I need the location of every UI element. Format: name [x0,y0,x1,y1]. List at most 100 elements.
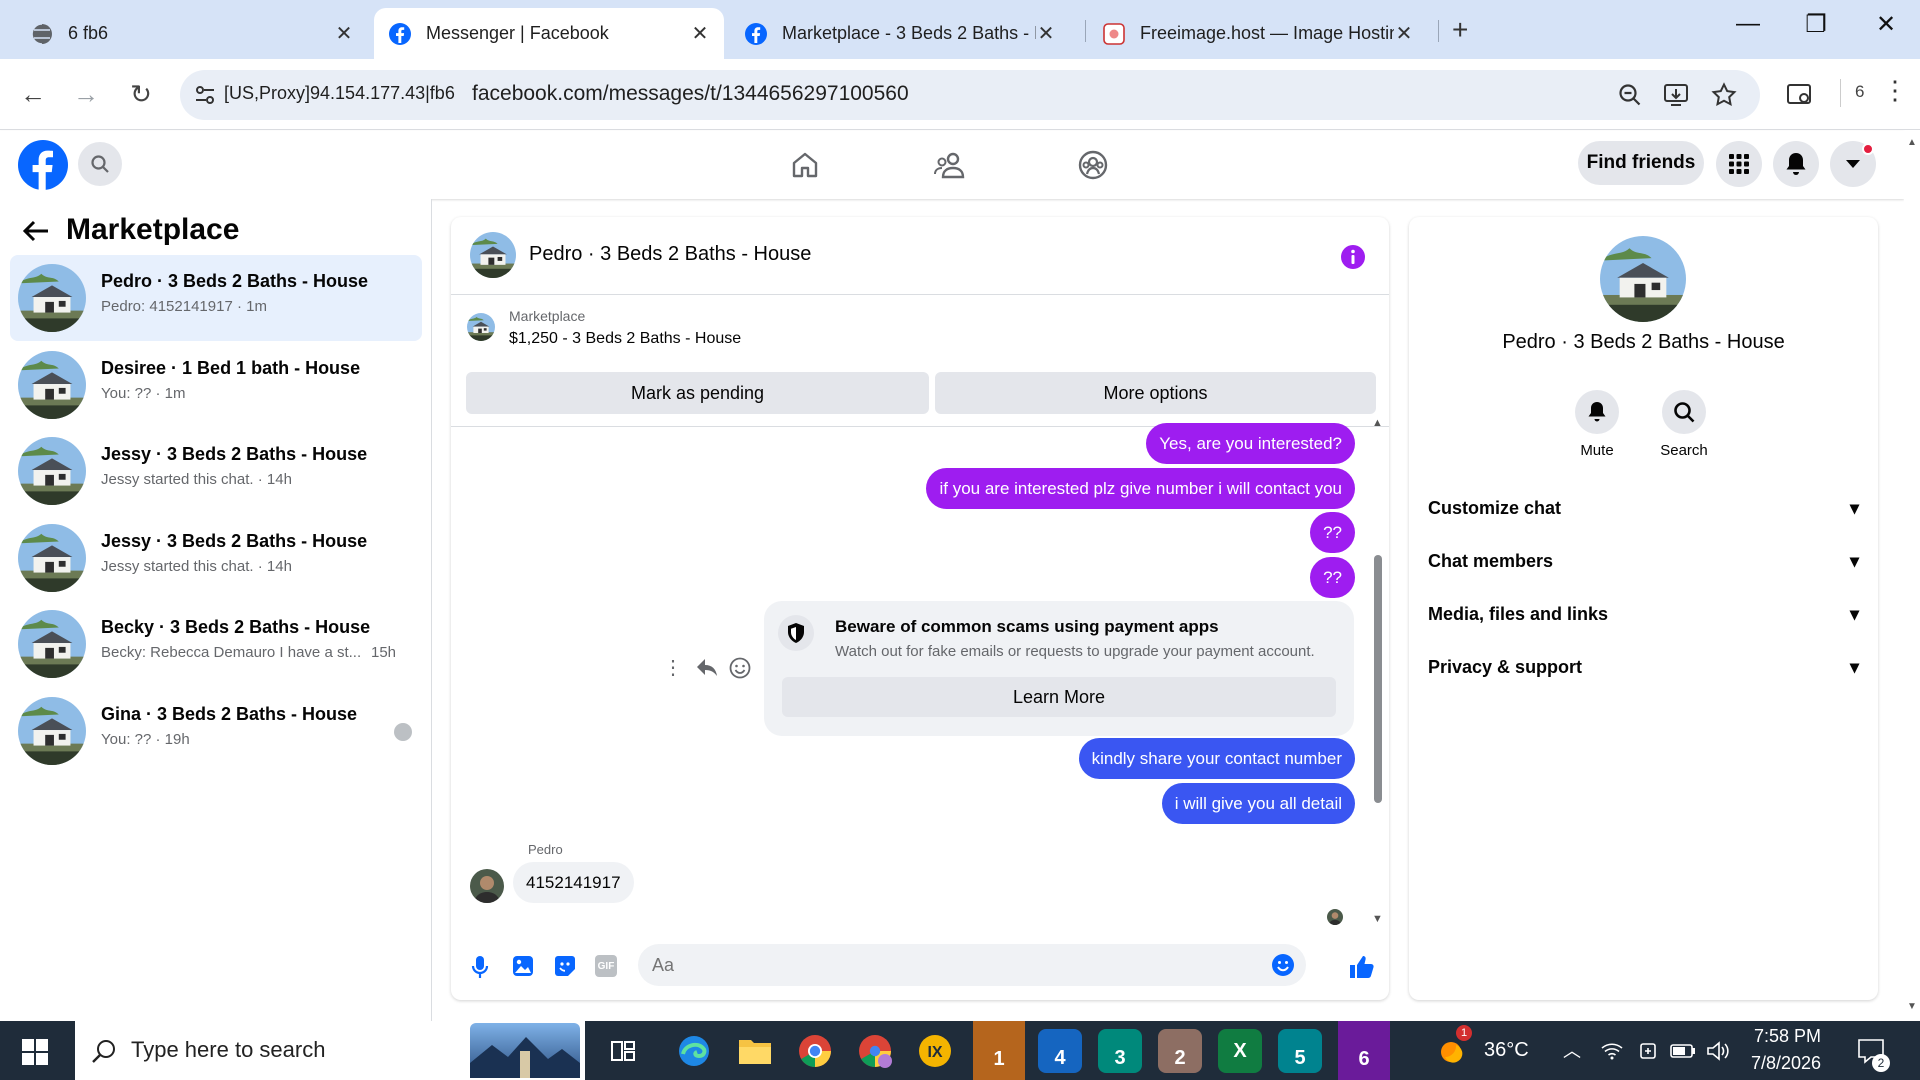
bookmark-star-icon[interactable] [1711,82,1737,108]
profile-app-4[interactable]: 4 [1038,1029,1082,1073]
page-scrollbar[interactable]: ▲ ▼ [1904,131,1920,1021]
photo-icon[interactable] [512,955,534,977]
mark-as-pending-button[interactable]: Mark as pending [466,372,929,414]
site-settings-icon[interactable] [194,84,216,106]
excel-icon[interactable]: X [1218,1029,1262,1073]
more-options-button[interactable]: More options [935,372,1376,414]
find-friends-button[interactable]: Find friends [1578,141,1704,185]
outgoing-message[interactable]: i will give you all detail [1161,783,1355,824]
thumbs-up-icon[interactable] [1348,954,1374,980]
home-icon[interactable] [790,150,820,180]
chat-members-section[interactable]: Chat members ▾ [1428,541,1859,581]
groups-icon[interactable] [1077,149,1109,181]
tab-messenger[interactable]: Messenger | Facebook ✕ [374,8,724,59]
sticker-icon[interactable] [554,955,576,977]
profile-app-1[interactable]: 1 [973,1021,1025,1080]
profile-count[interactable]: 6 [1855,82,1864,102]
outgoing-message[interactable]: ?? [1310,512,1355,553]
clock-date[interactable]: 7/8/2026 [1751,1053,1821,1074]
friends-icon[interactable] [933,150,965,180]
notifications-bell-icon[interactable] [1773,141,1819,187]
restore-icon[interactable]: ❐ [1796,10,1836,39]
microphone-icon[interactable] [471,955,489,979]
ix-browser-icon[interactable]: IX [913,1029,957,1073]
sender-avatar[interactable] [470,869,504,903]
edge-icon[interactable] [672,1029,716,1073]
chrome-icon[interactable] [793,1029,837,1073]
tab-fb6[interactable]: 6 fb6 ✕ [16,8,368,59]
task-view-icon[interactable] [610,1039,636,1063]
clock-time[interactable]: 7:58 PM [1754,1026,1821,1047]
gif-icon[interactable]: GIF [595,955,617,977]
reload-icon[interactable]: ↻ [124,79,158,110]
incoming-message[interactable]: 4152141917 [513,862,634,903]
chrome-profile-icon[interactable] [853,1029,897,1073]
temperature[interactable]: 36°C [1484,1039,1529,1062]
info-icon[interactable] [1340,244,1366,270]
windows-start-icon[interactable] [22,1039,48,1065]
profile-app-6[interactable]: 6 [1338,1021,1390,1080]
conversation-avatar[interactable] [1600,236,1686,322]
forward-arrow-icon[interactable]: → [69,79,103,110]
file-explorer-icon[interactable] [733,1029,777,1073]
message-input[interactable] [652,944,1252,986]
profile-app-2[interactable]: 2 [1158,1029,1202,1073]
weather-icon[interactable] [1436,1037,1466,1067]
search-highlight-image[interactable] [470,1023,580,1078]
battery-icon[interactable] [1670,1043,1696,1059]
chat-title[interactable]: Pedro · 3 Beds 2 Baths - House [529,243,811,266]
conversation-item[interactable]: Desiree · 1 Bed 1 bath - House You: ?? · … [10,342,422,428]
volume-icon[interactable] [1706,1041,1730,1061]
learn-more-button[interactable]: Learn More [782,677,1336,717]
outgoing-message[interactable]: ?? [1310,557,1355,598]
outgoing-message[interactable]: Yes, are you interested? [1146,423,1355,464]
messages-scrollbar[interactable]: ▲ ▼ [1371,417,1385,932]
conversation-item[interactable]: Jessy · 3 Beds 2 Baths - House Jessy star… [10,515,422,601]
customize-chat-section[interactable]: Customize chat ▾ [1428,488,1859,528]
taskbar-search-box[interactable]: Type here to search [75,1021,585,1080]
profile-app-5[interactable]: 5 [1278,1029,1322,1073]
conversation-item[interactable]: Gina · 3 Beds 2 Baths - House You: ?? · 1… [10,688,422,774]
privacy-support-section[interactable]: Privacy & support ▾ [1428,647,1859,687]
avatar[interactable] [470,232,516,278]
mute-button[interactable]: Mute [1557,390,1637,459]
outgoing-message[interactable]: kindly share your contact number [1078,738,1355,779]
profile-app-3[interactable]: 3 [1098,1029,1142,1073]
message-more-icon[interactable]: ⋮ [663,655,683,680]
message-composer[interactable] [638,944,1306,986]
emoji-icon[interactable] [1271,953,1295,977]
close-window-icon[interactable]: ✕ [1866,10,1906,39]
listing-title[interactable]: $1,250 - 3 Beds 2 Baths - House [509,330,741,348]
chevron-up-icon[interactable]: ︿ [1563,1037,1581,1063]
listing-thumbnail[interactable] [467,313,495,341]
close-tab-icon[interactable]: ✕ [690,21,710,46]
search-in-conversation-button[interactable]: Search [1644,390,1724,459]
back-arrow-icon[interactable]: ← [16,79,50,110]
kebab-menu-icon[interactable]: ⋮ [1882,77,1908,103]
close-tab-icon[interactable]: ✕ [334,21,354,46]
conversation-item[interactable]: Becky · 3 Beds 2 Baths - House Becky: Reb… [10,601,422,687]
zoom-icon[interactable] [1617,82,1643,108]
minimize-icon[interactable]: — [1728,10,1768,38]
facebook-logo-icon[interactable] [18,140,68,190]
wifi-icon[interactable] [1601,1042,1623,1060]
tab-search-icon[interactable] [1786,83,1814,107]
install-app-icon[interactable] [1663,82,1691,108]
tab-marketplace[interactable]: Marketplace - 3 Beds 2 Baths - H ✕ [730,8,1070,59]
react-emoji-icon[interactable] [729,657,751,679]
media-files-links-section[interactable]: Media, files and links ▾ [1428,594,1859,634]
tab-freeimage[interactable]: Freeimage.host — Image Hosting ✕ [1088,8,1428,59]
menu-grid-icon[interactable] [1716,141,1762,187]
conversation-item[interactable]: Pedro · 3 Beds 2 Baths - House Pedro: 415… [10,255,422,341]
back-arrow-icon[interactable] [22,219,50,243]
conversation-item[interactable]: Jessy · 3 Beds 2 Baths - House Jessy star… [10,428,422,514]
search-icon[interactable] [78,142,122,186]
close-tab-icon[interactable]: ✕ [1036,21,1056,46]
url-text[interactable]: facebook.com/messages/t/1344656297100560 [472,82,909,106]
address-bar[interactable]: [US,Proxy]94.154.177.43|fb6 facebook.com… [180,70,1760,120]
reply-icon[interactable] [696,657,718,677]
new-tab-plus-icon[interactable]: + [1452,14,1468,46]
close-tab-icon[interactable]: ✕ [1394,21,1414,46]
meet-now-icon[interactable] [1638,1041,1658,1061]
outgoing-message[interactable]: if you are interested plz give number i … [926,468,1355,509]
